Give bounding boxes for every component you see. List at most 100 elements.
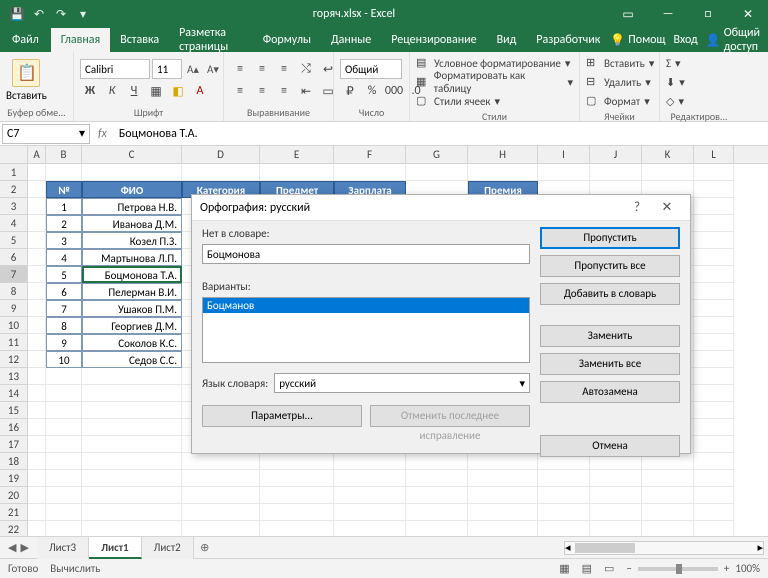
tab-home[interactable]: Главная	[51, 28, 110, 52]
bold-icon[interactable]: Ж	[80, 81, 100, 101]
horizontal-scrollbar[interactable]: ◂▸	[564, 541, 764, 555]
cell[interactable]	[82, 385, 182, 402]
insert-cells-button[interactable]: ⊞Вставить ▾	[586, 54, 654, 72]
row-header[interactable]: 19	[0, 470, 28, 487]
scroll-thumb[interactable]	[575, 543, 635, 553]
cell[interactable]	[46, 436, 82, 453]
font-name-combo[interactable]: Calibri	[80, 59, 150, 79]
cell[interactable]	[46, 419, 82, 436]
cell[interactable]: Боцмонова Т.А.	[82, 266, 182, 283]
tab-page-layout[interactable]: Разметка страницы	[169, 28, 253, 52]
zoom-out-icon[interactable]: −	[626, 562, 631, 575]
name-box[interactable]: C7▾	[2, 124, 90, 144]
cell[interactable]: Пелерман В.И.	[82, 283, 182, 300]
cell[interactable]	[28, 198, 46, 215]
sheet-prev-icon[interactable]: ◀	[8, 541, 16, 554]
cell[interactable]	[694, 198, 734, 215]
column-header[interactable]: I	[538, 146, 590, 163]
cell[interactable]: Иванова Д.М.	[82, 215, 182, 232]
cell[interactable]	[28, 283, 46, 300]
row-header[interactable]: 21	[0, 504, 28, 521]
autocorrect-button[interactable]: Автозамена	[540, 381, 680, 403]
add-to-dict-button[interactable]: Добавить в словарь	[540, 283, 680, 305]
ignore-all-button[interactable]: Пропустить все	[540, 255, 680, 277]
column-header[interactable]: E	[260, 146, 334, 163]
change-button[interactable]: Заменить	[540, 325, 680, 347]
cell[interactable]: 8	[46, 317, 82, 334]
cell[interactable]	[260, 470, 334, 487]
paste-button[interactable]: Вставить	[6, 59, 47, 102]
align-middle-icon[interactable]: ≡	[252, 59, 272, 79]
cell[interactable]: Георгиев Д.М.	[82, 317, 182, 334]
sheet-next-icon[interactable]: ▶	[20, 541, 28, 554]
cell[interactable]: Мартынова Л.П.	[82, 249, 182, 266]
dialog-close-button[interactable]: ✕	[652, 200, 682, 215]
cell[interactable]	[642, 504, 694, 521]
change-all-button[interactable]: Заменить все	[540, 353, 680, 375]
cell[interactable]: 3	[46, 232, 82, 249]
lang-select[interactable]: русский▾	[274, 373, 530, 393]
cell[interactable]	[406, 487, 468, 504]
cell[interactable]	[82, 402, 182, 419]
close-button[interactable]: ✕	[728, 0, 768, 28]
row-header[interactable]: 4	[0, 215, 28, 232]
cell[interactable]	[694, 368, 734, 385]
sheet-tab[interactable]: Лист2	[142, 537, 194, 559]
cell[interactable]	[28, 164, 46, 181]
cell[interactable]	[28, 300, 46, 317]
clear-button[interactable]: ◇ ▾	[666, 92, 685, 110]
cell[interactable]	[28, 436, 46, 453]
cell[interactable]	[182, 487, 260, 504]
row-header[interactable]: 3	[0, 198, 28, 215]
cell[interactable]	[46, 385, 82, 402]
cell[interactable]	[46, 453, 82, 470]
cell[interactable]	[694, 419, 734, 436]
add-sheet-button[interactable]: ⊕	[194, 541, 216, 554]
format-as-table-button[interactable]: ▦Форматировать как таблицу ▾	[416, 73, 573, 91]
cell[interactable]	[28, 266, 46, 283]
cell[interactable]	[334, 470, 406, 487]
cell[interactable]	[642, 487, 694, 504]
cell[interactable]	[538, 521, 590, 536]
cell[interactable]	[694, 351, 734, 368]
font-color-icon[interactable]: A	[190, 81, 210, 101]
cell-styles-button[interactable]: ▢Стили ячеек ▾	[416, 92, 573, 110]
view-break-icon[interactable]: ▭	[604, 562, 614, 575]
minimize-button[interactable]: —	[648, 0, 688, 28]
cell[interactable]	[590, 504, 642, 521]
file-tab[interactable]: Файл	[0, 28, 51, 52]
cell[interactable]: Петрова Н.В.	[82, 198, 182, 215]
cell[interactable]	[468, 164, 538, 181]
cell[interactable]	[260, 164, 334, 181]
cell[interactable]: 5	[46, 266, 82, 283]
cell[interactable]	[260, 487, 334, 504]
tab-developer[interactable]: Разработчик	[526, 28, 610, 52]
cell[interactable]	[182, 521, 260, 536]
font-size-combo[interactable]: 11	[152, 59, 182, 79]
row-header[interactable]: 10	[0, 317, 28, 334]
zoom-slider[interactable]	[638, 567, 718, 571]
fill-color-icon[interactable]: ◧	[168, 81, 188, 101]
scroll-right-icon[interactable]: ▸	[757, 541, 763, 554]
cell[interactable]	[694, 521, 734, 536]
cell[interactable]	[46, 470, 82, 487]
row-header[interactable]: 20	[0, 487, 28, 504]
column-header[interactable]: D	[182, 146, 260, 163]
cell[interactable]: Ушаков П.М.	[82, 300, 182, 317]
cell[interactable]	[694, 385, 734, 402]
cell[interactable]	[642, 521, 694, 536]
cell[interactable]	[82, 436, 182, 453]
cell[interactable]	[28, 402, 46, 419]
cell[interactable]: 4	[46, 249, 82, 266]
share-button[interactable]: 👤 Общий доступ	[706, 26, 760, 54]
cell[interactable]: 9	[46, 334, 82, 351]
save-icon[interactable]: 💾	[8, 5, 26, 23]
cell[interactable]	[82, 521, 182, 536]
column-header[interactable]: C	[82, 146, 182, 163]
increase-font-icon[interactable]: A▴	[184, 60, 202, 78]
column-header[interactable]: F	[334, 146, 406, 163]
cell[interactable]	[694, 283, 734, 300]
italic-icon[interactable]: К	[102, 81, 122, 101]
cell[interactable]	[28, 419, 46, 436]
cell[interactable]	[468, 504, 538, 521]
